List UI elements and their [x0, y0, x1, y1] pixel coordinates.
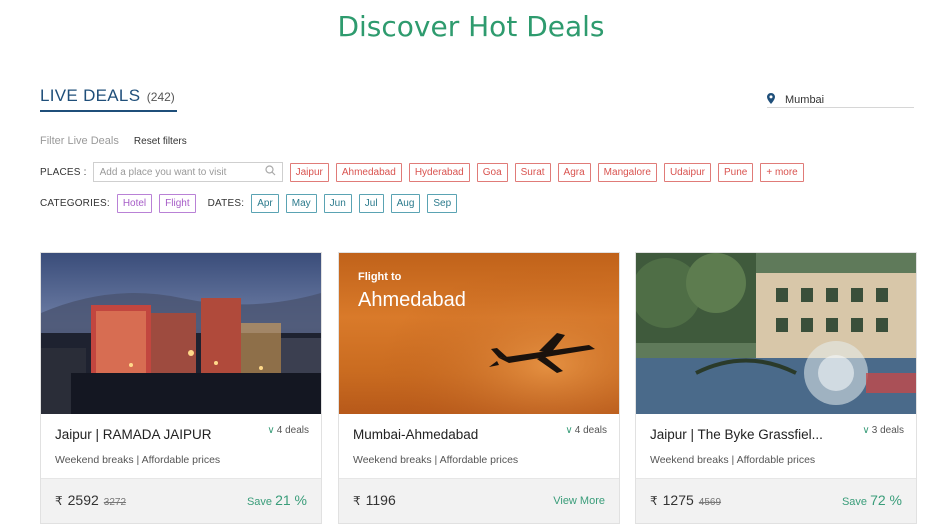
filter-label: Filter Live Deals [40, 135, 119, 147]
deal-name: Jaipur | RAMADA JAIPUR [55, 427, 212, 442]
more-places-button[interactable]: + more [760, 162, 804, 182]
date-tag-sep[interactable]: Sep [427, 193, 458, 213]
hotel-image [636, 253, 916, 414]
deal-tagline: Weekend breaks | Affordable prices [650, 454, 816, 466]
savings-badge: Save 72 % [842, 492, 902, 508]
place-search-input[interactable]: Add a place you want to visit [92, 162, 283, 182]
card-footer: ₹ 1196 View More [339, 478, 619, 523]
date-tag-jun[interactable]: Jun [323, 193, 352, 213]
place-tag-ahmedabad[interactable]: Ahmedabad [335, 162, 402, 182]
deals-count[interactable]: ∨ 4 deals [565, 425, 607, 436]
currency-symbol: ₹ [650, 494, 658, 508]
map-pin-icon [767, 93, 779, 107]
place-tag-pune[interactable]: Pune [717, 162, 754, 182]
dates-label: DATES: [207, 197, 245, 209]
place-search-placeholder: Add a place you want to visit [99, 166, 227, 178]
deals-count[interactable]: ∨ 3 deals [862, 425, 904, 436]
date-tag-aug[interactable]: Aug [390, 193, 421, 213]
places-filter-row: PLACES : Add a place you want to visit J… [40, 162, 804, 182]
currency-symbol: ₹ [55, 494, 63, 508]
deal-card[interactable]: Jaipur | The Byke Grassfiel... ∨ 3 deals … [635, 252, 917, 524]
category-tag-flight[interactable]: Flight [159, 193, 196, 213]
save-label: Save [246, 496, 273, 508]
currency-symbol: ₹ [353, 494, 361, 508]
flight-to-label: Flight to [358, 271, 402, 283]
chevron-down-icon: ∨ [565, 425, 573, 436]
date-tag-may[interactable]: May [285, 193, 317, 213]
deals-count-label: 4 deals [574, 425, 607, 436]
deal-name: Mumbai-Ahmedabad [353, 427, 479, 442]
categories-label: CATEGORIES: [40, 197, 110, 209]
card-footer: ₹ 1275 4569 Save 72 % [636, 478, 916, 523]
search-icon [265, 165, 276, 179]
page-title: Discover Hot Deals [337, 10, 605, 43]
place-tag-goa[interactable]: Goa [476, 162, 508, 182]
live-deals-count: (242) [146, 90, 175, 104]
current-price: 2592 [67, 492, 99, 508]
place-tag-mangalore[interactable]: Mangalore [597, 162, 657, 182]
savings-badge: Save 21 % [247, 492, 307, 508]
price-block: ₹ 1275 4569 [650, 492, 721, 508]
live-deals-title: LIVE DEALS [40, 86, 141, 105]
heading-underline [40, 110, 177, 112]
flight-city: Ahmedabad [358, 289, 466, 311]
hotel-image [41, 253, 321, 414]
deals-count-label: 3 deals [871, 425, 904, 436]
place-tag-udaipur[interactable]: Udaipur [663, 162, 711, 182]
places-label: PLACES : [40, 166, 87, 178]
category-tag-hotel[interactable]: Hotel [116, 193, 153, 213]
deal-card[interactable]: Flight to Ahmedabad Mumbai-Ahmedabad ∨ 4 … [338, 252, 620, 524]
location-selector[interactable]: Mumbai [767, 93, 914, 108]
original-price: 3272 [103, 497, 127, 508]
live-deals-heading: LIVE DEALS (242) [40, 86, 177, 112]
view-more-link[interactable]: View More [553, 495, 605, 507]
current-price: 1196 [365, 492, 396, 508]
deal-card[interactable]: Jaipur | RAMADA JAIPUR ∨ 4 deals Weekend … [40, 252, 322, 524]
place-tag-surat[interactable]: Surat [514, 162, 551, 182]
categories-filter-row: CATEGORIES: Hotel Flight DATES: Apr May … [40, 193, 458, 213]
deals-count[interactable]: ∨ 4 deals [267, 425, 309, 436]
save-percent: 72 % [870, 492, 902, 508]
flight-image: Flight to Ahmedabad [339, 253, 619, 414]
price-block: ₹ 2592 3272 [55, 492, 126, 508]
chevron-down-icon: ∨ [862, 425, 870, 436]
save-label: Save [841, 496, 868, 508]
deals-count-label: 4 deals [276, 425, 309, 436]
deal-name: Jaipur | The Byke Grassfiel... [650, 427, 823, 442]
date-tag-jul[interactable]: Jul [358, 193, 384, 213]
date-tag-apr[interactable]: Apr [251, 193, 279, 213]
deal-tagline: Weekend breaks | Affordable prices [353, 454, 519, 466]
place-tag-hyderabad[interactable]: Hyderabad [408, 162, 470, 182]
deal-tagline: Weekend breaks | Affordable prices [55, 454, 221, 466]
original-price: 4569 [698, 497, 722, 508]
save-percent: 21 % [275, 492, 307, 508]
place-tag-agra[interactable]: Agra [557, 162, 591, 182]
price-block: ₹ 1196 [353, 492, 396, 508]
current-price: 1275 [662, 492, 694, 508]
card-footer: ₹ 2592 3272 Save 21 % [41, 478, 321, 523]
filter-bar: Filter Live Deals Reset filters [40, 135, 187, 147]
place-tag-jaipur[interactable]: Jaipur [289, 162, 329, 182]
reset-filters-link[interactable]: Reset filters [134, 136, 187, 147]
chevron-down-icon: ∨ [267, 425, 275, 436]
location-value: Mumbai [785, 94, 825, 106]
